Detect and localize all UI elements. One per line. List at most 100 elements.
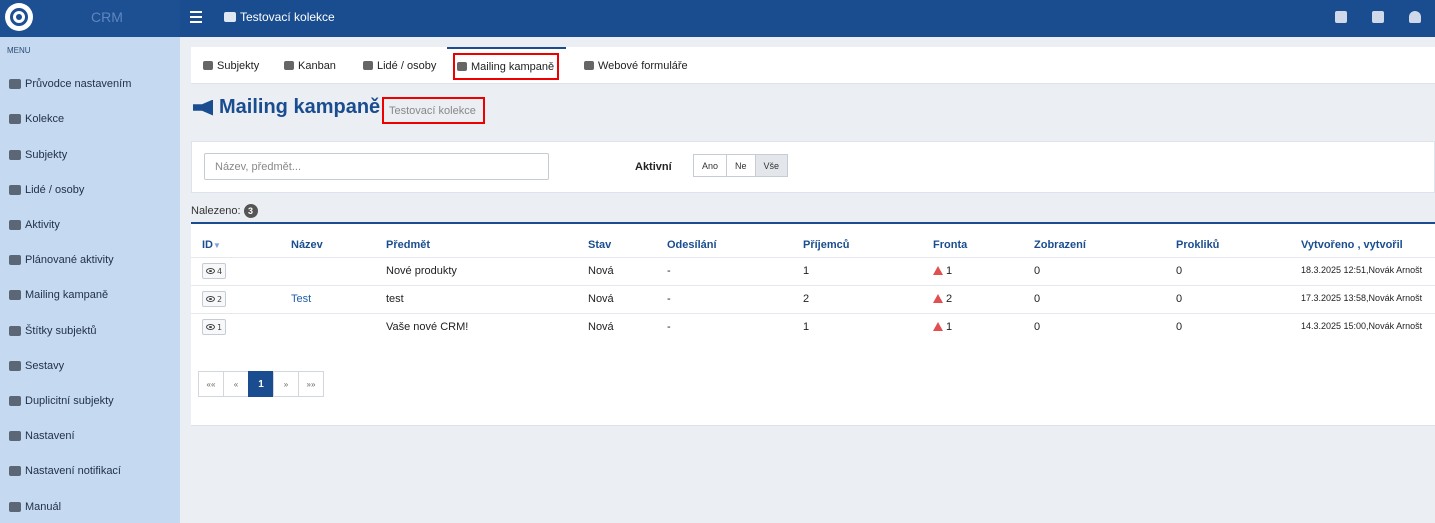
warning-icon xyxy=(933,322,943,331)
filter-all-button[interactable]: Vše xyxy=(754,154,789,177)
tab-subjekty[interactable]: Subjekty xyxy=(199,47,263,84)
row-state: Nová xyxy=(588,293,614,305)
row-id: 2 xyxy=(217,294,223,304)
row-recipients: 2 xyxy=(803,293,810,305)
sidebar-item-label: Duplicitní subjekty xyxy=(25,395,114,407)
row-clicks: 0 xyxy=(1176,265,1183,277)
sidebar-item-subjekty[interactable]: Subjekty xyxy=(9,145,67,165)
pencil-icon xyxy=(9,79,21,89)
warning-icon xyxy=(933,266,943,275)
row-queue: 2 xyxy=(933,293,952,305)
megaphone-icon xyxy=(193,99,213,116)
sidebar-item-duplicitni[interactable]: Duplicitní subjekty xyxy=(9,391,114,411)
column-header-prijemcu[interactable]: Příjemců xyxy=(803,239,849,251)
row-sending: - xyxy=(667,293,671,305)
sidebar-item-label: Štítky subjektů xyxy=(25,325,97,337)
page-title: Mailing kampaně xyxy=(219,96,381,118)
last-page-button[interactable]: »» xyxy=(298,371,324,397)
sidebar-item-label: Mailing kampaně xyxy=(25,289,109,301)
bell-icon[interactable] xyxy=(1409,11,1421,23)
hamburger-menu-icon[interactable] xyxy=(190,11,202,23)
filter-yes-button[interactable]: Ano xyxy=(693,154,728,177)
sidebar-item-notifikace[interactable]: Nastavení notifikací xyxy=(9,461,121,481)
sidebar-item-sestavy[interactable]: Sestavy xyxy=(9,356,64,376)
tab-mailing[interactable]: Mailing kampaně xyxy=(447,47,566,84)
row-recipients: 1 xyxy=(803,321,810,333)
column-header-stav[interactable]: Stav xyxy=(588,239,611,251)
row-queue: 1 xyxy=(933,265,952,277)
column-header-fronta[interactable]: Fronta xyxy=(933,239,967,251)
column-header-predmet[interactable]: Předmět xyxy=(386,239,430,251)
sidebar-item-label: Sestavy xyxy=(25,360,65,372)
sidebar-item-label: Nastavení notifikací xyxy=(25,465,121,477)
tasks-icon[interactable] xyxy=(1372,11,1384,23)
filter-no-button[interactable]: Ne xyxy=(726,154,756,177)
table-row[interactable]: 1 Vaše nové CRM! Nová - 1 1 0 0 14.3.202… xyxy=(191,313,1435,341)
logo-icon[interactable] xyxy=(5,3,33,31)
tab-webove-formulare[interactable]: Webové formuláře xyxy=(580,47,692,84)
filter-panel: Aktivní Ano Ne Vše xyxy=(191,141,1435,193)
view-button[interactable]: 1 xyxy=(202,319,227,335)
active-filter-toggle: Ano Ne Vše xyxy=(693,154,789,177)
column-header-zobrazeni[interactable]: Zobrazení xyxy=(1034,239,1086,251)
eye-icon xyxy=(206,296,215,302)
next-page-button[interactable]: » xyxy=(273,371,299,397)
sidebar-item-aktivity[interactable]: Aktivity xyxy=(9,215,60,235)
sidebar-item-planovane-aktivity[interactable]: Plánované aktivity xyxy=(9,250,114,270)
page-subtitle: Testovací kolekce xyxy=(389,105,476,117)
column-header-vytvoreno[interactable]: Vytvořeno , vytvořil xyxy=(1301,239,1403,251)
warning-icon xyxy=(933,294,943,303)
sidebar-item-label: Plánované aktivity xyxy=(25,254,114,266)
row-name[interactable]: Test xyxy=(291,293,311,305)
menu-label: MENU xyxy=(7,46,31,55)
brand-name: CRM xyxy=(91,9,123,25)
tab-kanban[interactable]: Kanban xyxy=(280,47,340,84)
sidebar-item-label: Nastavení xyxy=(25,430,75,442)
column-header-nazev[interactable]: Název xyxy=(291,239,323,251)
sidebar-item-lide[interactable]: Lidé / osoby xyxy=(9,180,84,200)
sidebar-item-manual[interactable]: Manuál xyxy=(9,497,61,517)
found-label: Nalezeno: xyxy=(191,205,241,217)
kanban-icon xyxy=(284,61,294,70)
sidebar-item-nastaveni[interactable]: Nastavení xyxy=(9,426,75,446)
active-filter-label: Aktivní xyxy=(635,161,672,173)
sidebar-item-stitky[interactable]: Štítky subjektů xyxy=(9,321,97,341)
row-queue-value: 1 xyxy=(946,265,953,277)
bell-icon xyxy=(9,466,21,476)
building-icon xyxy=(9,150,21,160)
sidebar-item-pruvodce[interactable]: Průvodce nastavením xyxy=(9,74,131,94)
tab-label: Mailing kampaně xyxy=(471,60,555,73)
table-row[interactable]: 4 Nové produkty Nová - 1 1 0 0 18.3.2025… xyxy=(191,257,1435,285)
column-header-odesilani[interactable]: Odesílání xyxy=(667,239,717,251)
view-button[interactable]: 2 xyxy=(202,291,227,307)
view-button[interactable]: 4 xyxy=(202,263,227,279)
column-header-prokliku[interactable]: Prokliků xyxy=(1176,239,1219,251)
row-state: Nová xyxy=(588,321,614,333)
search-input[interactable] xyxy=(204,153,549,180)
current-page-button[interactable]: 1 xyxy=(248,371,274,397)
book-icon xyxy=(9,502,21,512)
table-row[interactable]: 2 Test test Nová - 2 2 0 0 17.3.2025 13:… xyxy=(191,285,1435,313)
prev-page-button[interactable]: « xyxy=(223,371,249,397)
sidebar-item-label: Průvodce nastavením xyxy=(25,78,132,90)
sidebar-item-mailing[interactable]: Mailing kampaně xyxy=(9,285,108,305)
calendar-icon[interactable] xyxy=(1335,11,1347,23)
sidebar-item-kolekce[interactable]: Kolekce xyxy=(9,109,64,129)
tab-label: Lidé / osoby xyxy=(377,59,437,72)
eye-icon xyxy=(206,324,215,330)
first-page-button[interactable]: «« xyxy=(198,371,224,397)
pagination: «« « 1 » »» xyxy=(198,371,324,397)
row-created: 18.3.2025 12:51,Novák Arnošt xyxy=(1301,265,1423,275)
brand-area: CRM xyxy=(0,0,180,37)
sidebar-item-label: Subjekty xyxy=(25,149,68,161)
duplicate-icon xyxy=(9,396,21,406)
row-clicks: 0 xyxy=(1176,293,1183,305)
tab-lide[interactable]: Lidé / osoby xyxy=(359,47,440,84)
row-queue-value: 2 xyxy=(946,293,953,305)
top-icons xyxy=(1335,11,1421,23)
column-header-id[interactable]: ID▼ xyxy=(202,239,221,251)
comment-icon xyxy=(9,255,21,265)
person-icon xyxy=(363,61,373,70)
collection-title[interactable]: Testovací kolekce xyxy=(224,10,335,24)
form-icon xyxy=(584,61,594,70)
